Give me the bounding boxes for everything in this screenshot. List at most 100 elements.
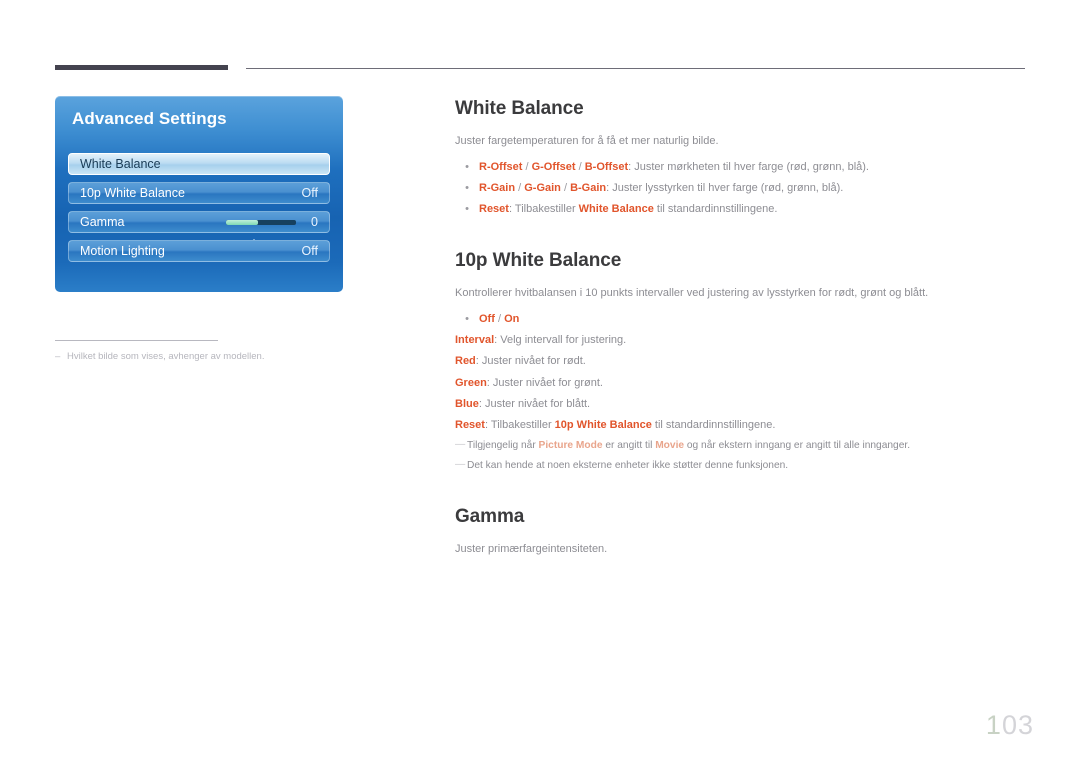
highlighted-term: 10p White Balance [554,418,652,431]
text-fragment: til standardinnstillingene. [653,203,778,216]
section-intro: Juster fargetemperaturen for å få et mer… [455,135,719,147]
option-line: Reset: Tilbakestiller 10p White Balance … [455,415,1027,436]
osd-menu-panel: Advanced Settings White Balance 10p White… [55,96,343,292]
option-line-text: Blue: Juster nivået for blått. [455,394,1027,415]
text-fragment: : Tilbakestiller [508,203,579,216]
highlighted-term: R-Offset [479,160,523,173]
header-rule-thin [246,68,1025,69]
osd-menu-item-white-balance[interactable]: White Balance [68,153,330,175]
text-fragment: : Juster nivået for blått. [478,397,591,410]
osd-item-label: White Balance [80,157,161,171]
footnote-line: – Hvilket bilde som vises, avhenger av m… [55,351,355,363]
osd-menu-item-motion-lighting[interactable]: Motion Lighting Off [68,240,330,262]
section-intro: Kontrollerer hvitbalansen i 10 punkts in… [455,287,929,300]
option-line-text: Interval: Velg intervall for justering. [455,330,1027,351]
highlighted-term: G-Offset [531,160,576,173]
text-fragment: / [515,182,525,195]
highlighted-term: Blue [455,397,479,410]
text-fragment: Tilgjengelig når [467,439,539,451]
highlighted-term: Green [455,376,487,389]
section-heading: Gamma [455,505,525,527]
option-line: Green: Juster nivået for grønt. [455,373,1027,394]
highlighted-term: B-Gain [570,182,607,195]
section-footnotes: ― Tilgjengelig når Picture Mode er angitt… [455,436,1027,476]
footnote-dash: ― [455,458,466,470]
section-option-list: • Off / On Interval: Velg intervall for ju… [455,309,1027,436]
highlighted-term: Picture Mode [538,439,603,451]
highlighted-term: G-Gain [524,182,561,195]
section-option-list: • R-Offset / G-Offset / B-Offset: Juster … [455,157,1027,220]
gamma-slider[interactable] [226,219,296,225]
footnote-divider [55,340,218,341]
section-heading: White Balance [455,98,584,119]
text-fragment: / [575,160,585,173]
option-line: • R-Offset / G-Offset / B-Offset: Juster … [455,157,1027,178]
bullet-icon: • [465,313,469,326]
option-line-text: Red: Juster nivået for rødt. [455,351,1027,372]
option-line: • R-Gain / G-Gain / B-Gain: Juster lyssty… [455,178,1027,199]
text-fragment: : Juster lysstyrken til hver farge (rød,… [606,182,844,195]
text-fragment: er angitt til [602,439,656,451]
footnote-line: ― Det kan hende at noen eksterne enheter … [455,456,1027,476]
header-rule-thick [55,65,228,70]
highlighted-term: Interval [455,334,495,347]
option-line: • Reset: Tilbakestiller White Balance til… [455,199,1027,220]
highlighted-term: Reset [479,203,509,216]
option-line: • Off / On [455,309,1027,330]
text-fragment: : Juster nivået for rødt. [475,355,586,368]
text-fragment: Det kan hende at noen eksterne enheter i… [467,459,789,471]
illustration-footnote: – Hvilket bilde som vises, avhenger av m… [55,340,355,363]
highlighted-term: Movie [655,439,685,451]
text-fragment: og når ekstern inngang er angitt til all… [684,439,911,451]
highlighted-term: R-Gain [479,182,516,195]
highlighted-term: Red [455,355,476,368]
osd-menu-item-gamma[interactable]: Gamma 0 [68,211,330,233]
text-fragment: / [522,160,532,173]
option-line: Red: Juster nivået for rødt. [455,351,1027,372]
text-fragment: : Juster nivået for grønt. [486,376,603,389]
osd-item-value: Off [301,186,318,200]
osd-item-value: Off [301,244,318,258]
text-fragment: : Juster mørkheten til hver farge (rød, … [628,160,869,173]
bullet-icon: • [465,203,469,216]
page-number-rest: 03 [1001,710,1034,740]
osd-panel-title: Advanced Settings [72,109,227,128]
osd-item-label: Motion Lighting [80,244,165,258]
page-number-first-digit: 1 [985,710,1002,740]
osd-item-label: Gamma [80,215,125,229]
page-number: 103 [986,710,1034,741]
highlighted-term: White Balance [578,203,654,216]
footnote-line: ― Tilgjengelig når Picture Mode er angitt… [455,436,1027,456]
text-fragment: / [560,182,571,195]
highlighted-term: On [504,313,520,326]
footnote-dash: ― [455,438,466,450]
section-intro: Juster primærfargeintensiteten. [455,542,608,555]
text-fragment: : Velg intervall for justering. [494,334,627,347]
osd-item-value: 0 [311,215,318,229]
option-line: Interval: Velg intervall for justering. [455,330,1027,351]
osd-menu-list: White Balance 10p White Balance Off Gamma 0 M… [68,153,330,269]
option-line-text: R-Offset / G-Offset / B-Offset: Juster m… [479,157,1027,178]
manual-content-column: White Balance Juster fargetemperaturen fo… [455,98,1027,558]
option-line: Blue: Juster nivået for blått. [455,394,1027,415]
osd-item-label: 10p White Balance [80,186,185,200]
gamma-slider-fill [226,219,259,225]
footnote-dash: – [55,351,61,362]
footnote-text: Hvilket bilde som vises, avhenger av mod… [67,351,265,362]
option-line-text: Off / On [479,309,1027,330]
osd-menu-item-10p-white-balance[interactable]: 10p White Balance Off [68,182,330,204]
bullet-icon: • [465,160,469,173]
highlighted-term: Reset [455,418,485,431]
page-header-rules [0,0,1080,80]
bullet-icon: • [465,182,469,195]
option-line-text: Reset: Tilbakestiller 10p White Balance … [455,415,1027,436]
text-fragment: : Tilbakestiller [484,418,555,431]
option-line-text: Green: Juster nivået for grønt. [455,373,1027,394]
footnote-text: Tilgjengelig når Picture Mode er angitt … [467,436,910,456]
option-line-text: Reset: Tilbakestiller White Balance til … [479,199,1027,220]
section-heading: 10p White Balance [455,250,622,272]
highlighted-term: Off [479,313,495,326]
text-fragment: / [494,313,505,326]
highlighted-term: B-Offset [584,160,629,173]
text-fragment: til standardinnstillingene. [651,418,776,431]
